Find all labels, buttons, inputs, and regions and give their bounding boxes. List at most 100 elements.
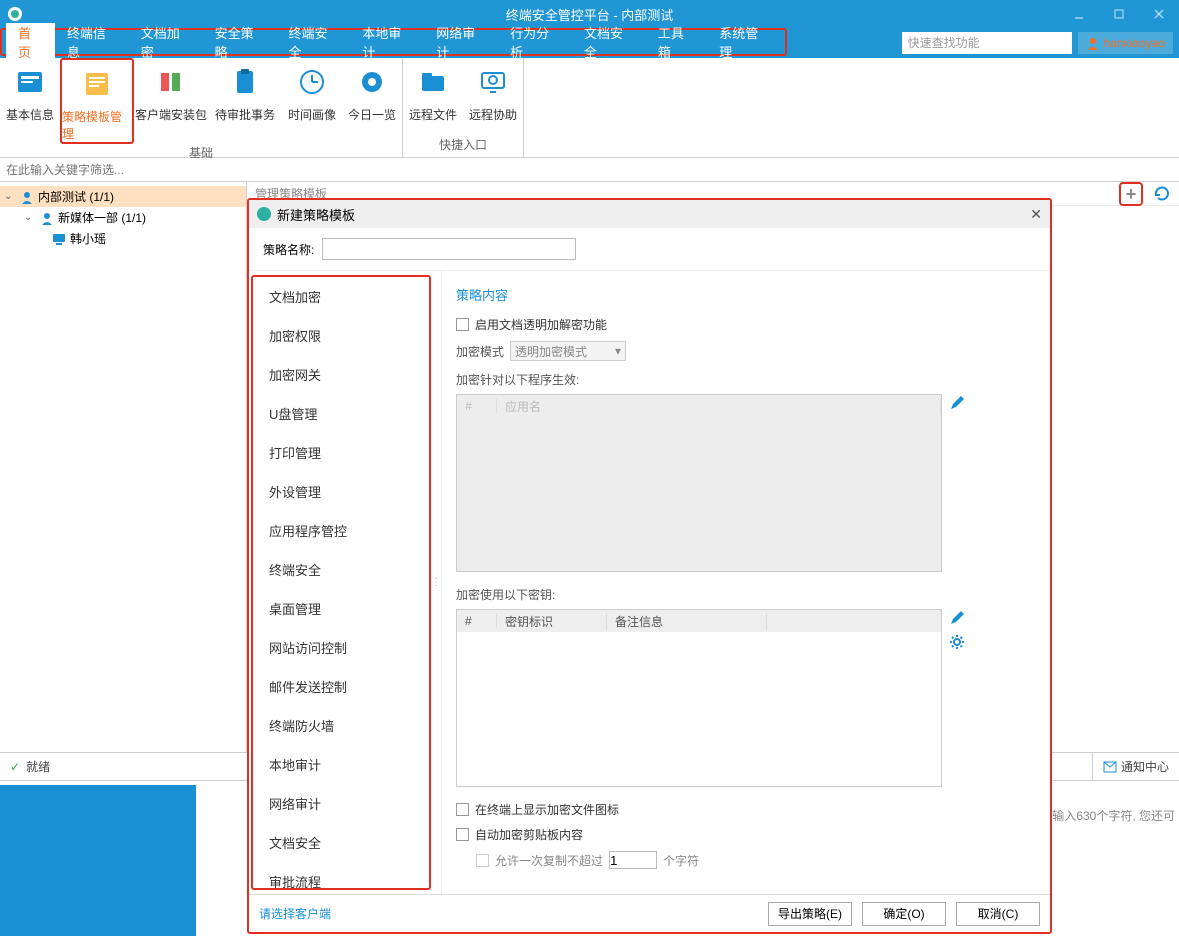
notify-center[interactable]: 通知中心 [1092,753,1169,780]
ribbon-group-basic: 基本信息 策略模板管理 客户端安装包 待审批事务 时间画像 今日一览 [0,58,403,157]
checkbox-icon [476,854,489,867]
grid-col-appname: 应用名 [497,398,941,415]
menu-security-policy[interactable]: 安全策略 [203,23,277,61]
nav-terminal-security[interactable]: 终端安全 [253,550,429,589]
menu-home[interactable]: 首页 [6,23,55,61]
nav-app-control[interactable]: 应用程序管控 [253,511,429,550]
header-right-tools: hanxiaoyao [902,28,1179,58]
menubar: 首页 终端信息 文档加密 安全策略 终端安全 本地审计 网络审计 行为分析 文档… [0,28,787,56]
filter-input[interactable] [6,163,1173,177]
grid-col-hash: # [457,399,497,413]
policy-name-input[interactable] [322,238,576,260]
nav-peripheral[interactable]: 外设管理 [253,472,429,511]
refresh-button[interactable] [1153,185,1171,203]
cb-enable-row[interactable]: 启用文档透明加解密功能 [456,316,1040,333]
menu-doc-security[interactable]: 文档安全 [572,23,646,61]
nav-approval[interactable]: 审批流程 [253,862,429,890]
menu-terminal-security[interactable]: 终端安全 [277,23,351,61]
menu-terminal-info[interactable]: 终端信息 [55,23,129,61]
menu-system[interactable]: 系统管理 [707,23,781,61]
org-icon [20,190,34,204]
ribbon-basic-info[interactable]: 基本信息 [0,58,60,144]
chevron-down-icon: ⌄ [4,191,16,202]
new-policy-dialog: 新建策略模板 ✕ 策略名称: 文档加密 加密权限 加密网关 U盘管理 打印管理 … [247,198,1052,934]
nav-doc-security[interactable]: 文档安全 [253,823,429,862]
ribbon-pending[interactable]: 待审批事务 [208,58,282,144]
key-settings-button[interactable] [949,634,965,650]
add-button[interactable]: + [1119,182,1143,206]
check-icon: ✓ [10,760,20,774]
ribbon-remote-assist[interactable]: 远程协助 [463,58,523,123]
grid-col-remark: 备注信息 [607,613,767,630]
package-icon [153,64,189,100]
cb-show-icon-row[interactable]: 在终端上显示加密文件图标 [456,801,1040,818]
nav-desktop[interactable]: 桌面管理 [253,589,429,628]
ribbon-today[interactable]: 今日一览 [342,58,402,144]
nav-encrypt-perm[interactable]: 加密权限 [253,316,429,355]
user-icon [1086,36,1100,50]
close-button[interactable] [1139,0,1179,28]
dialog-nav: 文档加密 加密权限 加密网关 U盘管理 打印管理 外设管理 应用程序管控 终端安… [251,275,431,890]
export-button[interactable]: 导出策略(E) [768,902,852,926]
menu-toolbox[interactable]: 工具箱 [646,23,707,61]
edit-process-button[interactable] [949,395,965,411]
nav-encrypt-gateway[interactable]: 加密网关 [253,355,429,394]
dialog-close-button[interactable]: ✕ [1030,206,1042,223]
section-title: 策略内容 [456,285,1040,304]
nav-doc-encrypt[interactable]: 文档加密 [253,277,429,316]
splitter[interactable]: ⋮ [431,271,441,894]
nav-web-control[interactable]: 网站访问控制 [253,628,429,667]
cancel-button[interactable]: 取消(C) [956,902,1040,926]
bottom-blue-sidebar [0,785,196,936]
edit-key-button[interactable] [949,610,965,626]
template-icon [79,66,115,102]
filter-row [0,158,1179,182]
tree-root[interactable]: ⌄ 内部测试 (1/1) [0,186,246,207]
gear-icon [949,634,965,650]
key-label: 加密使用以下密钥: [456,586,1040,603]
checkbox-icon [456,803,469,816]
camera-icon [354,64,390,100]
ribbon-policy-template[interactable]: 策略模板管理 [60,58,134,144]
clock-icon [294,64,330,100]
grid-col-hash: # [457,614,497,628]
ribbon-installer[interactable]: 客户端安装包 [134,58,208,144]
grid-col-keyid: 密钥标识 [497,613,607,630]
nav-firewall[interactable]: 终端防火墙 [253,706,429,745]
ribbon-group-label-quick: 快捷入口 [403,136,523,157]
menu-behavior[interactable]: 行为分析 [498,23,572,61]
cb-auto-clip-row[interactable]: 自动加密剪贴板内容 [456,826,1040,843]
menu-doc-encrypt[interactable]: 文档加密 [129,23,203,61]
org-icon [40,211,54,225]
info-icon [12,64,48,100]
mail-icon [1103,761,1117,773]
bottom-hint: 输入630个字符, 您还可 [1052,807,1175,824]
status-text: 就绪 [26,758,50,775]
enc-mode-select[interactable]: 透明加密模式 ▾ [510,341,626,361]
nav-network-audit[interactable]: 网络审计 [253,784,429,823]
current-user[interactable]: hanxiaoyao [1078,32,1173,54]
tree-leaf[interactable]: 韩小瑶 [0,228,246,249]
ribbon-remote-file[interactable]: 远程文件 [403,58,463,123]
minimize-button[interactable] [1059,0,1099,28]
ok-button[interactable]: 确定(O) [862,902,946,926]
menu-local-audit[interactable]: 本地审计 [350,23,424,61]
copy-limit-input[interactable] [609,851,657,869]
nav-usb[interactable]: U盘管理 [253,394,429,433]
key-grid-body [457,632,941,786]
cb-limit-row: 允许一次复制不超过 个字符 [476,851,1040,869]
nav-print[interactable]: 打印管理 [253,433,429,472]
select-client-link[interactable]: 请选择客户端 [259,905,331,922]
search-input[interactable] [902,32,1072,54]
dialog-content: 策略内容 启用文档透明加解密功能 加密模式 透明加密模式 ▾ 加密针对以下程序生… [441,271,1050,894]
ribbon-timeline[interactable]: 时间画像 [282,58,342,144]
nav-local-audit[interactable]: 本地审计 [253,745,429,784]
maximize-button[interactable] [1099,0,1139,28]
refresh-icon [1153,185,1171,203]
pencil-icon [949,610,965,626]
process-grid-body [457,417,941,571]
tree-child[interactable]: ⌄ 新媒体一部 (1/1) [0,207,246,228]
nav-mail-control[interactable]: 邮件发送控制 [253,667,429,706]
chevron-down-icon: ⌄ [24,212,36,223]
menu-network-audit[interactable]: 网络审计 [424,23,498,61]
